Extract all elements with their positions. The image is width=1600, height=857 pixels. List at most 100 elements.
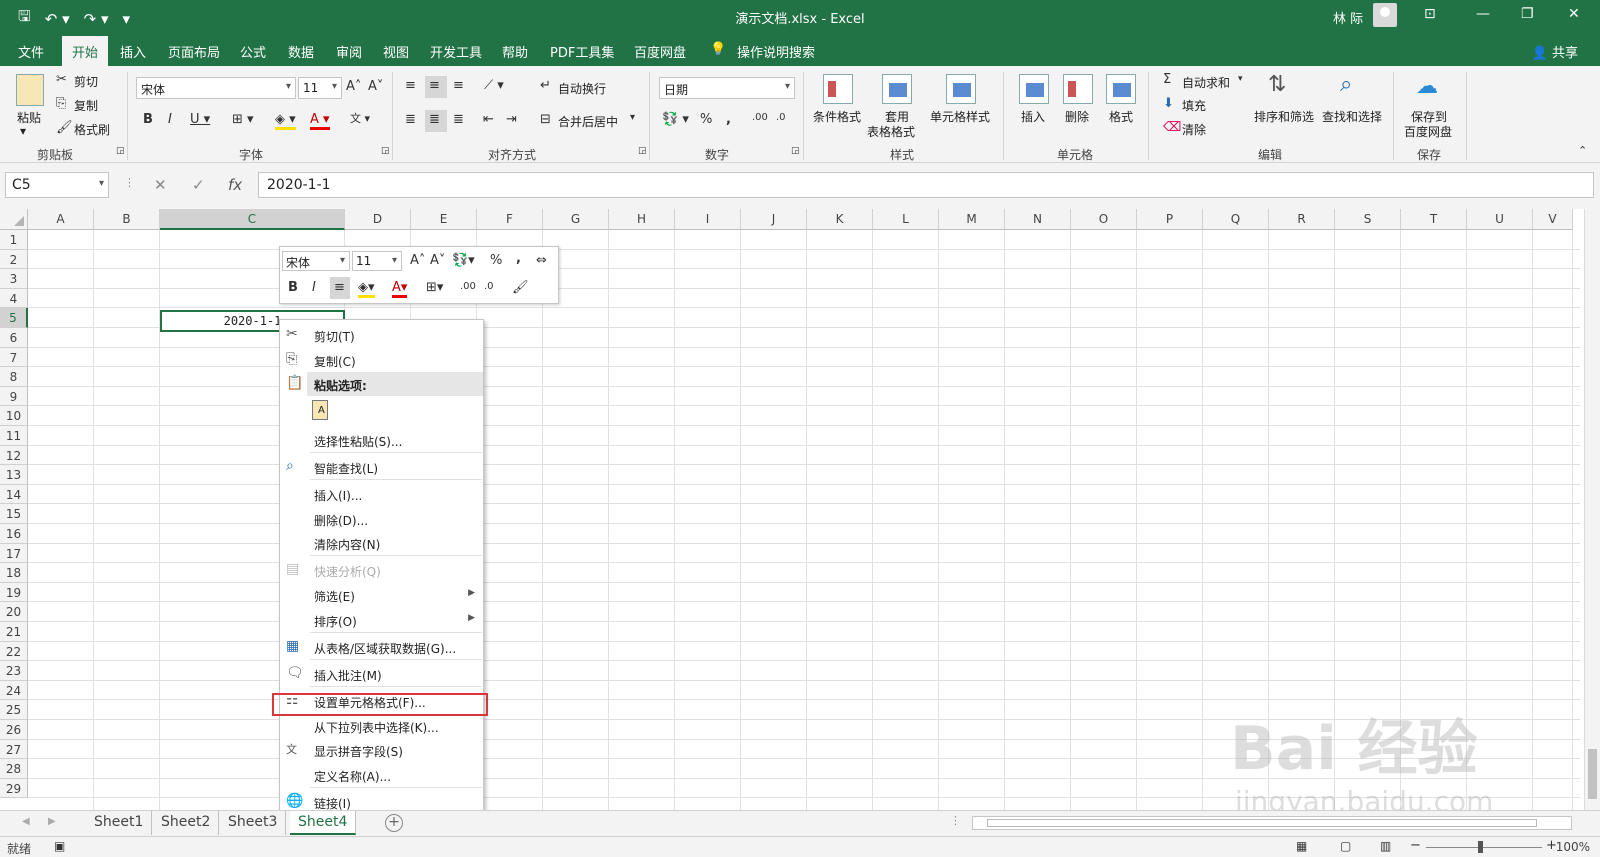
- increase-font-icon[interactable]: A˄: [410, 253, 425, 268]
- dialog-launcher-icon[interactable]: ◲: [638, 146, 647, 156]
- menu-paste-special[interactable]: 选择性粘贴(S)...: [280, 428, 483, 452]
- collapse-ribbon-icon[interactable]: ⌃: [1578, 144, 1587, 157]
- center-icon[interactable]: ≡: [334, 280, 345, 295]
- row-header-19[interactable]: 19: [0, 582, 28, 603]
- column-header-c[interactable]: C: [160, 209, 345, 230]
- bold-icon[interactable]: B: [288, 280, 298, 295]
- menu-baidu-netdisk[interactable]: 百度网盘: [634, 42, 686, 61]
- column-header-v[interactable]: V: [1533, 209, 1573, 230]
- italic-icon[interactable]: I: [168, 112, 172, 127]
- menu-filter[interactable]: 筛选(E) ▶: [280, 583, 483, 607]
- menu-define-name[interactable]: 定义名称(A)...: [280, 763, 483, 787]
- delete-cells-button[interactable]: 删除: [1065, 108, 1089, 125]
- decrease-font-icon[interactable]: A˅: [368, 79, 383, 94]
- menu-developer[interactable]: 开发工具: [430, 42, 482, 61]
- mini-percent-icon[interactable]: %: [490, 253, 502, 268]
- formula-input[interactable]: 2020-1-1: [258, 172, 1594, 198]
- cancel-icon[interactable]: ✕: [154, 176, 167, 194]
- format-as-table-line2[interactable]: 表格格式: [867, 123, 915, 140]
- column-header-e[interactable]: E: [411, 209, 477, 230]
- row-header-5[interactable]: 5: [0, 308, 28, 328]
- row-header-15[interactable]: 15: [0, 504, 28, 524]
- sheet-tab-3[interactable]: Sheet3: [220, 811, 287, 835]
- enter-icon[interactable]: ✓: [192, 176, 205, 194]
- row-header-17[interactable]: 17: [0, 543, 28, 564]
- cell-styles-button[interactable]: 单元格样式: [930, 108, 990, 125]
- row-header-26[interactable]: 26: [0, 720, 28, 740]
- column-header-o[interactable]: O: [1071, 209, 1137, 230]
- menu-home[interactable]: 开始: [62, 36, 109, 66]
- column-header-r[interactable]: R: [1269, 209, 1335, 230]
- delete-cells-icon[interactable]: [1063, 74, 1093, 104]
- column-header-s[interactable]: S: [1335, 209, 1401, 230]
- phonetic-icon[interactable]: 文 ▾: [350, 110, 370, 126]
- format-cells-button[interactable]: 格式: [1109, 108, 1133, 125]
- menu-cut[interactable]: ✂ 剪切(T): [280, 323, 483, 347]
- row-header-16[interactable]: 16: [0, 524, 28, 544]
- cell-styles-icon[interactable]: [946, 74, 976, 104]
- zoom-slider[interactable]: [1426, 847, 1542, 848]
- column-header-g[interactable]: G: [543, 209, 609, 230]
- page-layout-view-icon[interactable]: ▢: [1340, 839, 1351, 853]
- row-header-28[interactable]: 28: [0, 759, 28, 779]
- menu-pdf-tools[interactable]: PDF工具集: [550, 42, 614, 61]
- underline-icon[interactable]: U ▾: [190, 112, 210, 127]
- column-header-j[interactable]: J: [741, 209, 807, 230]
- dialog-launcher-icon[interactable]: ◲: [116, 146, 125, 156]
- menu-help[interactable]: 帮助: [502, 42, 528, 61]
- menu-copy[interactable]: ⎘ 复制(C): [280, 348, 483, 372]
- row-header-18[interactable]: 18: [0, 563, 28, 583]
- column-header-m[interactable]: M: [939, 209, 1005, 230]
- find-icon[interactable]: ⌕: [1340, 72, 1352, 97]
- row-header-1[interactable]: 1: [0, 230, 28, 250]
- font-name-combo[interactable]: 宋体: [136, 77, 296, 99]
- fill-color-icon[interactable]: ◈ ▾: [275, 112, 296, 130]
- row-header-23[interactable]: 23: [0, 661, 28, 681]
- scrollbar-thumb[interactable]: [987, 819, 1537, 827]
- menu-pick-from-list[interactable]: 从下拉列表中选择(K)...: [280, 714, 483, 738]
- row-header-2[interactable]: 2: [0, 249, 28, 270]
- row-header-29[interactable]: 29: [0, 778, 28, 799]
- row-header-12[interactable]: 12: [0, 445, 28, 466]
- horizontal-scrollbar[interactable]: [972, 816, 1572, 830]
- align-center-icon[interactable]: ≣: [429, 112, 440, 127]
- number-format-combo[interactable]: 日期: [659, 77, 795, 99]
- row-header-21[interactable]: 21: [0, 622, 28, 642]
- increase-font-icon[interactable]: A˄: [346, 79, 361, 94]
- mini-size-combo[interactable]: 11: [352, 251, 402, 271]
- paste-keep-text-icon[interactable]: [312, 400, 328, 420]
- menu-smart-lookup[interactable]: ⌕ 智能查找(L): [280, 455, 483, 479]
- macro-record-icon[interactable]: ▣: [54, 839, 65, 853]
- row-header-6[interactable]: 6: [0, 328, 28, 348]
- mini-comma-icon[interactable]: ,: [516, 251, 521, 266]
- autosum-button[interactable]: 自动求和: [1182, 74, 1230, 91]
- menu-data[interactable]: 数据: [288, 42, 314, 61]
- normal-view-icon[interactable]: ▦: [1296, 839, 1307, 853]
- autosum-dropdown-icon[interactable]: ▾: [1238, 74, 1243, 84]
- add-sheet-icon[interactable]: +: [385, 814, 403, 832]
- menu-view[interactable]: 视图: [383, 42, 409, 61]
- conditional-format-button[interactable]: 条件格式: [813, 108, 861, 125]
- clear-button[interactable]: 清除: [1182, 121, 1206, 138]
- sort-filter-icon[interactable]: ⇅: [1268, 72, 1286, 97]
- format-cells-icon[interactable]: [1106, 74, 1136, 104]
- fill-color-icon[interactable]: ◈▾: [358, 280, 375, 298]
- select-all-corner[interactable]: [0, 209, 28, 230]
- prev-sheet-icon[interactable]: ◀: [22, 816, 30, 827]
- column-header-h[interactable]: H: [609, 209, 675, 230]
- row-header-20[interactable]: 20: [0, 602, 28, 622]
- next-sheet-icon[interactable]: ▶: [48, 816, 56, 827]
- row-header-13[interactable]: 13: [0, 465, 28, 485]
- menu-show-phonetic[interactable]: 文显示拼音字段(S): [280, 738, 483, 762]
- align-right-icon[interactable]: ≣: [453, 112, 464, 127]
- column-header-n[interactable]: N: [1005, 209, 1071, 230]
- orientation-icon[interactable]: ⟋ ▾: [484, 78, 504, 93]
- row-header-9[interactable]: 9: [0, 386, 28, 407]
- column-header-b[interactable]: B: [94, 209, 160, 230]
- increase-indent-icon[interactable]: ⇥: [506, 112, 517, 127]
- copy-button[interactable]: 复制: [74, 97, 98, 114]
- row-header-24[interactable]: 24: [0, 680, 28, 701]
- sort-filter-button[interactable]: 排序和筛选: [1254, 108, 1314, 125]
- column-header-d[interactable]: D: [345, 209, 411, 230]
- tab-splitter-icon[interactable]: ⋮: [950, 814, 961, 827]
